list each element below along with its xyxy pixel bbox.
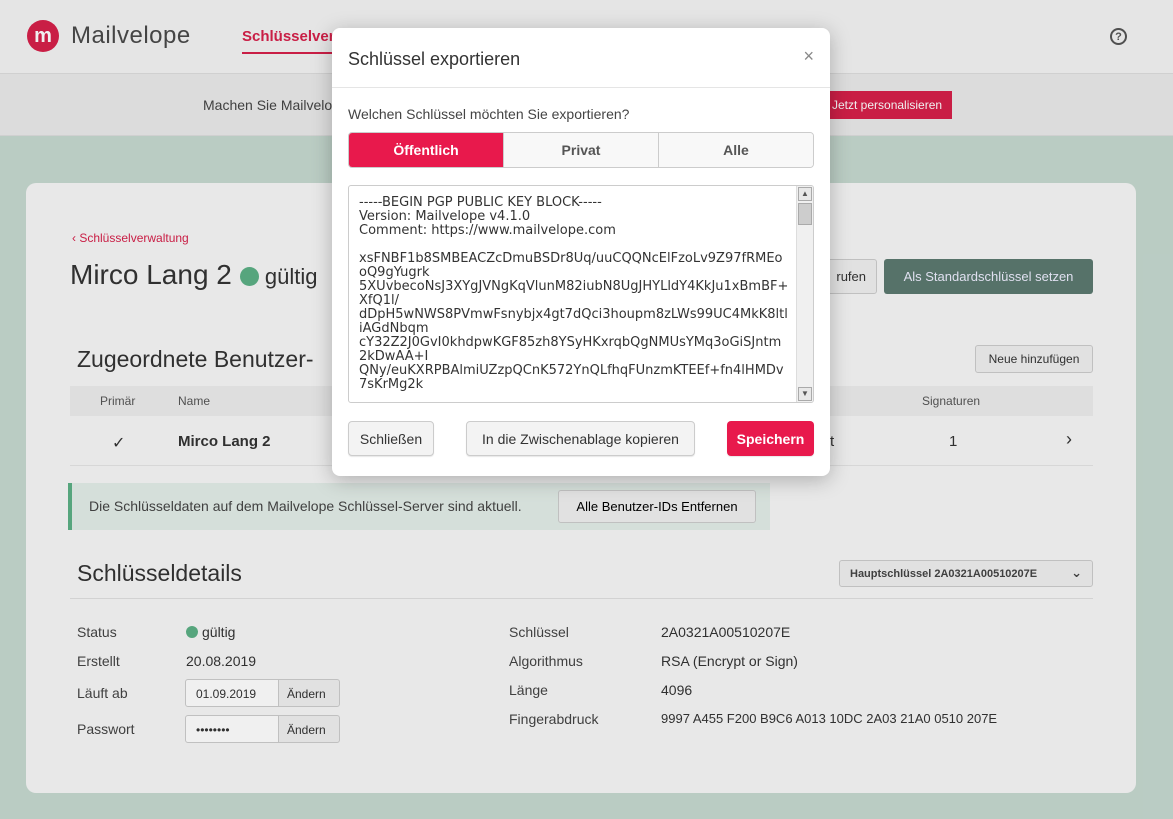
key-textarea-scrollbar[interactable]: ▲ ▼ — [796, 186, 813, 402]
armored-key-text: -----BEGIN PGP PUBLIC KEY BLOCK----- Ver… — [359, 195, 789, 392]
close-icon[interactable]: × — [803, 46, 814, 67]
dialog-title: Schlüssel exportieren — [348, 49, 521, 69]
export-type-tabs: Öffentlich Privat Alle — [348, 132, 814, 168]
tab-public[interactable]: Öffentlich — [349, 133, 503, 167]
armored-key-textarea[interactable]: -----BEGIN PGP PUBLIC KEY BLOCK----- Ver… — [348, 185, 814, 403]
dialog-header: Schlüssel exportieren × — [332, 28, 830, 88]
copy-to-clipboard-button[interactable]: In die Zwischenablage kopieren — [466, 421, 695, 456]
save-button[interactable]: Speichern — [727, 421, 814, 456]
export-question: Welchen Schlüssel möchten Sie exportiere… — [348, 106, 630, 122]
tab-all[interactable]: Alle — [658, 133, 813, 167]
scroll-up-icon[interactable]: ▲ — [798, 187, 812, 201]
export-key-dialog: Schlüssel exportieren × Welchen Schlüsse… — [332, 28, 830, 476]
scrollbar-thumb[interactable] — [798, 203, 812, 225]
scroll-down-icon[interactable]: ▼ — [798, 387, 812, 401]
close-button[interactable]: Schließen — [348, 421, 434, 456]
tab-private[interactable]: Privat — [503, 133, 658, 167]
